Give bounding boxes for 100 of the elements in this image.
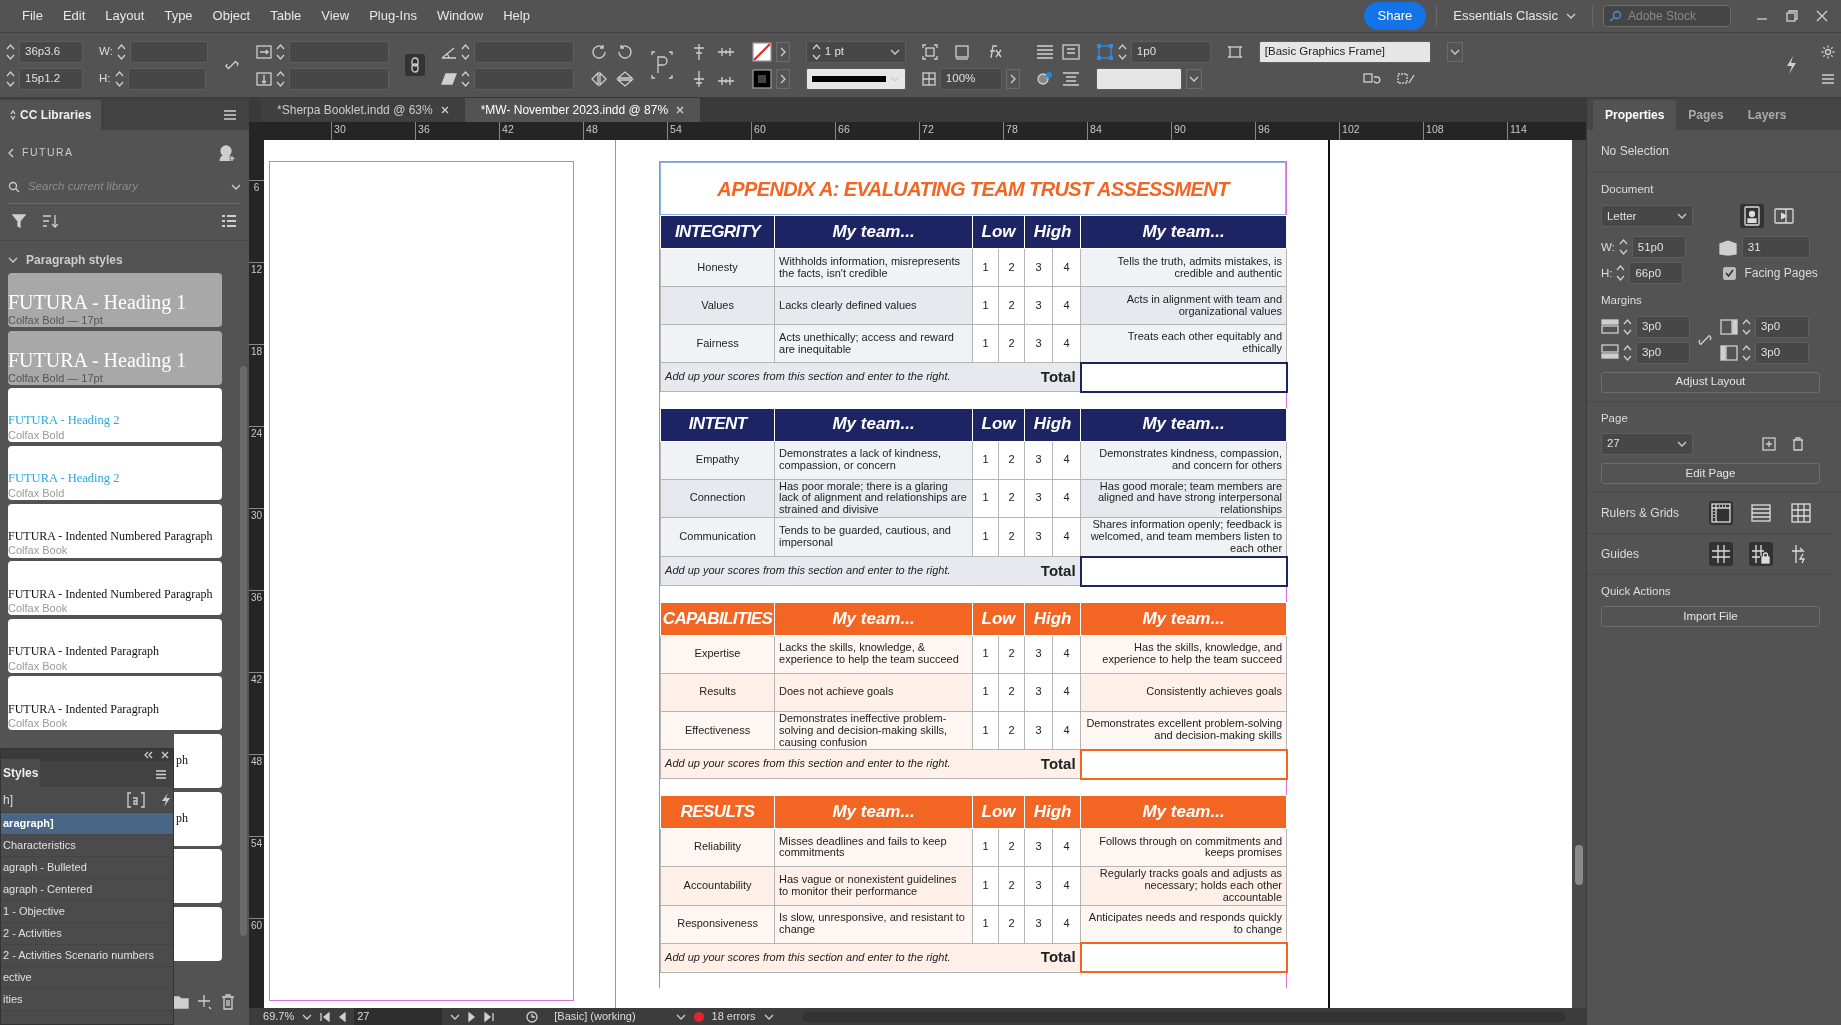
- style-list-item[interactable]: 2 - Activities: [1, 923, 173, 945]
- style-list-item[interactable]: agraph - Bulleted: [1, 857, 173, 879]
- menu-item[interactable]: Object: [202, 6, 261, 26]
- menu-icon[interactable]: [155, 770, 167, 779]
- share-button[interactable]: Share: [1363, 2, 1427, 30]
- close-icon[interactable]: [1815, 9, 1829, 23]
- text-frame-icon[interactable]: [649, 50, 674, 80]
- flip-vertical-icon[interactable]: [615, 70, 634, 87]
- document-tab[interactable]: *MW- November 2023.indd @ 87%: [464, 98, 701, 122]
- spinner-icon[interactable]: [1741, 317, 1751, 336]
- spinner-icon[interactable]: [6, 42, 15, 61]
- x-field[interactable]: 36p3.6: [19, 40, 83, 63]
- style-list-item[interactable]: 2 - Activities Scenario numbers: [1, 945, 173, 967]
- folder-icon[interactable]: [173, 994, 190, 1009]
- clear-overrides-icon[interactable]: [1362, 71, 1381, 86]
- style-list-item[interactable]: ective: [1, 967, 173, 989]
- style-list-item[interactable]: aragraph]: [1, 813, 173, 835]
- lock-guides-button[interactable]: [1748, 541, 1773, 566]
- spinner-icon[interactable]: [1616, 264, 1626, 283]
- error-count[interactable]: 18 errors: [711, 1008, 756, 1025]
- menu-item[interactable]: Table: [260, 6, 312, 26]
- next-page-icon[interactable]: [468, 1011, 477, 1022]
- spinner-icon[interactable]: [1622, 317, 1632, 336]
- y-field[interactable]: 15p1.2: [19, 67, 83, 90]
- guides-button[interactable]: [1708, 541, 1733, 566]
- last-page-icon[interactable]: [484, 1011, 495, 1022]
- spinner-icon[interactable]: [1117, 42, 1127, 61]
- menu-item[interactable]: Help: [493, 6, 540, 26]
- chevron-right-icon[interactable]: [775, 41, 790, 62]
- offset-field[interactable]: 1p0: [1130, 40, 1211, 63]
- page-size-dropdown[interactable]: Letter: [1600, 205, 1693, 228]
- settings-icon[interactable]: [1821, 44, 1835, 59]
- menu-item[interactable]: Layout: [95, 6, 155, 26]
- style-card[interactable]: FUTURA - Indented Paragraph Colfax Book: [8, 676, 222, 731]
- style-card[interactable]: [174, 906, 222, 961]
- menu-item[interactable]: File: [12, 6, 53, 26]
- frame-style-icon[interactable]: [1226, 43, 1243, 60]
- adjust-layout-button[interactable]: Adjust Layout: [1600, 371, 1820, 393]
- stroke-weight-dropdown[interactable]: 1 pt: [805, 40, 906, 63]
- style-card[interactable]: ph: [174, 791, 222, 846]
- opacity-field[interactable]: 100%: [939, 67, 1002, 90]
- style-card[interactable]: FUTURA - Indented Numbered Paragraph Colfax Book: [8, 503, 222, 558]
- spinner-icon[interactable]: [811, 42, 821, 61]
- style-list-item[interactable]: ities: [1, 989, 173, 1011]
- restore-icon[interactable]: [1785, 9, 1799, 23]
- break-link-icon[interactable]: [1396, 71, 1415, 86]
- menu-item[interactable]: Plug-Ins: [359, 6, 427, 26]
- style-card[interactable]: [174, 849, 222, 904]
- lightning-icon[interactable]: [1785, 55, 1797, 75]
- style-card[interactable]: ph: [174, 734, 222, 788]
- spinner-icon[interactable]: [460, 69, 470, 88]
- chevron-right-icon[interactable]: [775, 68, 790, 89]
- text-columns-icon[interactable]: [1061, 43, 1080, 60]
- opacity-icon[interactable]: [921, 71, 936, 86]
- workspace-dropdown[interactable]: Essentials Classic: [1447, 5, 1582, 27]
- margin-field[interactable]: 3p0: [1754, 341, 1809, 364]
- chevron-down-icon[interactable]: [1185, 68, 1202, 89]
- scale-width-icon[interactable]: [255, 43, 272, 60]
- style-list-item[interactable]: 1 - Objective: [1, 901, 173, 923]
- menu-icon[interactable]: [223, 110, 238, 120]
- rulers-button[interactable]: [1708, 500, 1733, 525]
- menu-item[interactable]: View: [311, 6, 360, 26]
- text-wrap-icon[interactable]: [1035, 69, 1054, 88]
- grid-button[interactable]: [1788, 500, 1813, 525]
- close-icon[interactable]: [161, 751, 169, 759]
- collapse-icon[interactable]: [143, 751, 153, 759]
- frame-icon[interactable]: [953, 43, 970, 60]
- spinner-icon[interactable]: [275, 42, 285, 61]
- spinner-icon[interactable]: [1618, 238, 1628, 257]
- shear-icon[interactable]: [440, 71, 457, 86]
- close-icon[interactable]: [676, 106, 685, 114]
- library-back-link[interactable]: FUTURA: [8, 145, 74, 161]
- close-icon[interactable]: [440, 106, 449, 114]
- scale-height-icon[interactable]: [255, 70, 272, 87]
- margin-field[interactable]: 3p0: [1635, 315, 1690, 338]
- vertical-justify-icon[interactable]: [1061, 70, 1080, 87]
- swatch-dropdown[interactable]: [1095, 67, 1182, 90]
- scrollbar[interactable]: [240, 366, 248, 936]
- height-field[interactable]: 66p0: [1629, 262, 1684, 285]
- facing-pages-checkbox[interactable]: [1723, 266, 1737, 280]
- chevron-down-icon[interactable]: [1446, 41, 1463, 62]
- preflight-profile[interactable]: [Basic] (working): [554, 1008, 636, 1025]
- chain-icon[interactable]: [409, 57, 420, 73]
- fitting-icon[interactable]: [921, 43, 938, 60]
- preflight-icon[interactable]: [526, 1010, 539, 1023]
- menu-item[interactable]: Edit: [52, 6, 96, 26]
- edit-page-button[interactable]: Edit Page: [1600, 462, 1820, 484]
- list-view-icon[interactable]: [221, 214, 238, 229]
- menu-item[interactable]: Window: [426, 6, 494, 26]
- style-card[interactable]: FUTURA - Indented Paragraph Colfax Book: [8, 618, 222, 673]
- delete-page-icon[interactable]: [1791, 436, 1804, 451]
- spinner-icon[interactable]: [275, 69, 285, 88]
- fill-swatch-icon[interactable]: [751, 68, 772, 89]
- section-header[interactable]: Paragraph styles: [0, 241, 250, 274]
- spinner-icon[interactable]: [6, 69, 15, 88]
- menu-icon[interactable]: [1821, 72, 1835, 85]
- chevron-right-icon[interactable]: [1005, 68, 1020, 89]
- style-list-item[interactable]: Characteristics: [1, 835, 173, 857]
- new-style-icon[interactable]: [127, 791, 145, 808]
- menu-item[interactable]: Type: [154, 6, 203, 26]
